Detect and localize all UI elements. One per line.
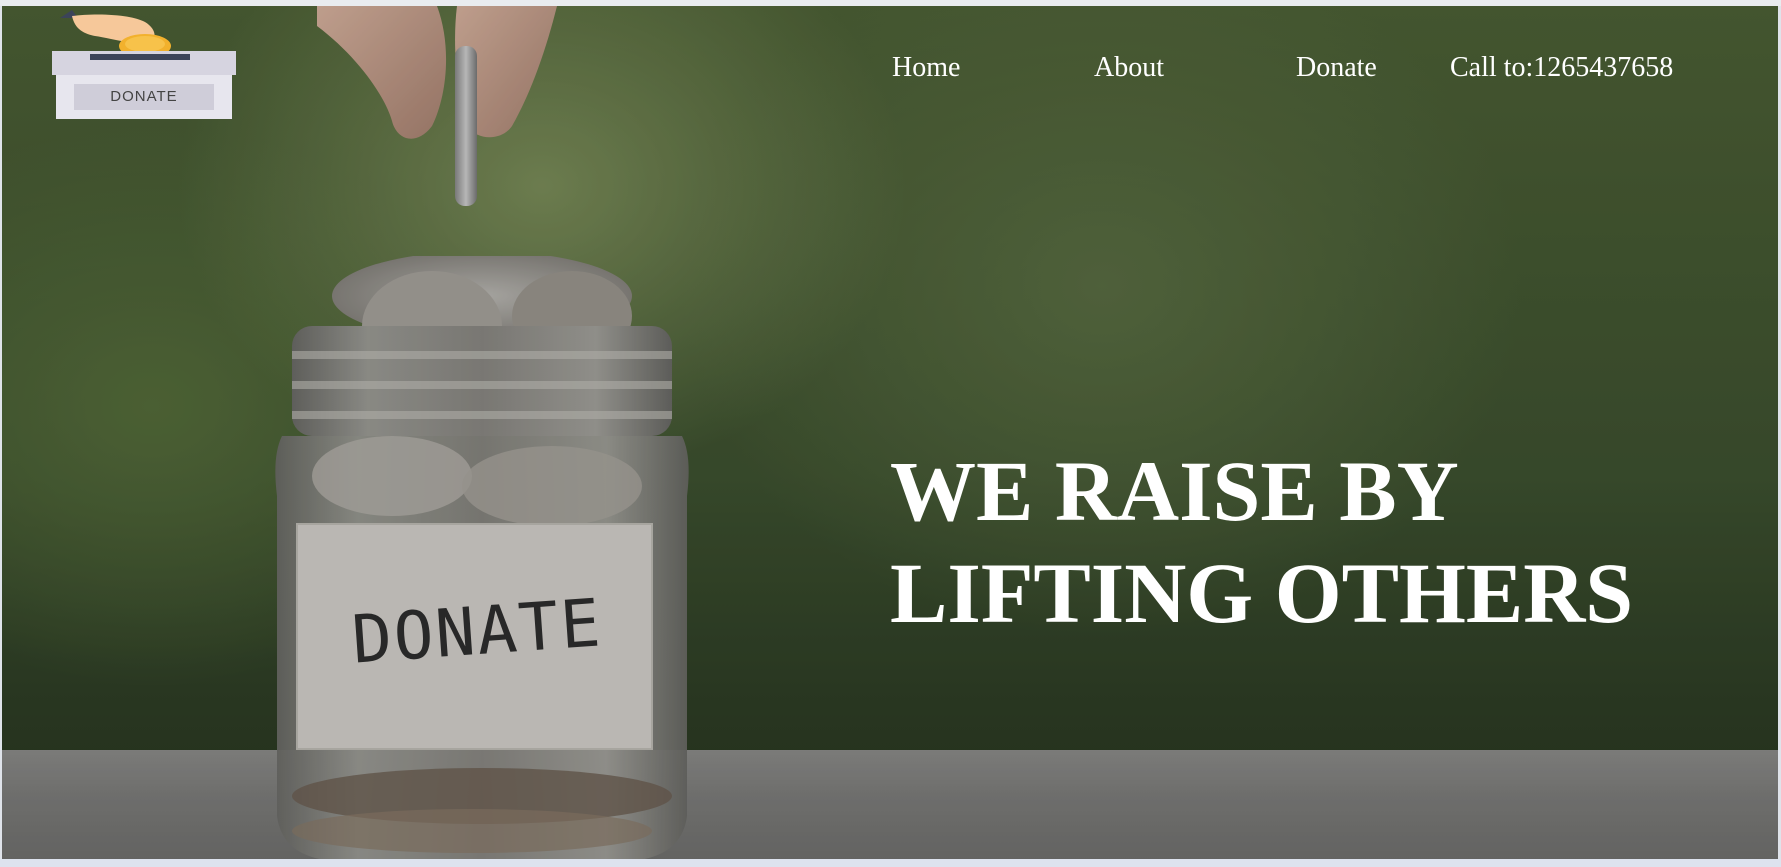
hero-overlay <box>2 6 1778 859</box>
nav-call-link[interactable]: Call to:1265437658 <box>1450 52 1673 84</box>
hero-headline: WE RAISE BY LIFTING OTHERS <box>890 440 1750 644</box>
nav-about-link[interactable]: About <box>1094 52 1164 84</box>
nav-home-link[interactable]: Home <box>892 52 960 84</box>
page-bottom-edge <box>0 859 1781 867</box>
hero-section: DONATE <box>2 6 1778 859</box>
main-navigation: Home About Donate Call to:1265437658 <box>0 52 1781 92</box>
headline-line-1: WE RAISE BY <box>890 443 1459 539</box>
headline-line-2: LIFTING OTHERS <box>890 545 1634 641</box>
nav-donate-link[interactable]: Donate <box>1296 52 1377 84</box>
